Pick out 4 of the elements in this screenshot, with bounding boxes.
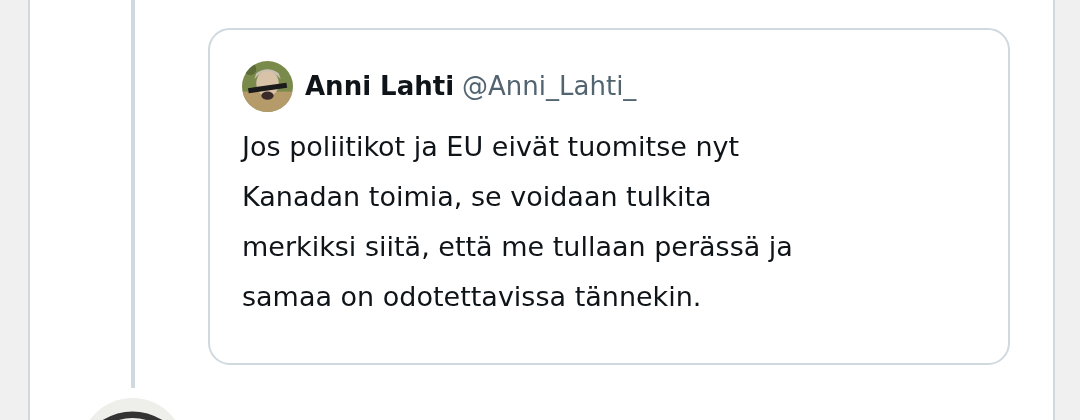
tweet-text: Jos poliitikot ja EU eivät tuomitse nyt Kanadan toimia, se voidaan tulkita merkiksi siitä, että me tullaan perässä ja samaa on odotettavissa tännekin. <box>242 130 794 314</box>
author-name: Anni Lahti <box>305 70 455 103</box>
quoted-tweet-card[interactable]: Anni Lahti @Anni_Lahti_ Jos poliitikot ja EU eivät tuomitse nyt Kanadan toimia, se voidaan tulkita merkiksi siitä, että me tullaan perässä ja samaa on odotettavissa tännekin. <box>208 28 1010 365</box>
author-handle: @Anni_Lahti_ <box>462 70 637 103</box>
